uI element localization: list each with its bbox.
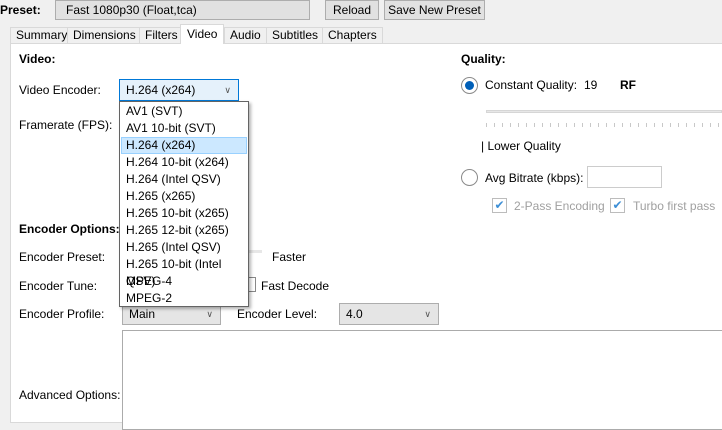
encoder-option[interactable]: H.265 10-bit (x265) — [121, 205, 247, 222]
tab-dimensions[interactable]: Dimensions — [67, 27, 142, 44]
video-encoder-combo[interactable]: H.264 (x264) ∨ — [119, 79, 239, 101]
encoder-option[interactable]: AV1 10-bit (SVT) — [121, 120, 247, 137]
reload-button[interactable]: Reload — [325, 0, 379, 20]
preset-combo[interactable]: Fast 1080p30 (Float,tca) — [55, 0, 310, 20]
tab-filters[interactable]: Filters — [139, 27, 184, 44]
avg-bitrate-input[interactable] — [587, 166, 662, 188]
encoder-options-heading: Encoder Options: — [19, 222, 120, 236]
encoder-option[interactable]: H.265 10-bit (Intel QSV) — [121, 256, 247, 288]
encoder-profile-label: Encoder Profile: — [19, 307, 105, 321]
two-pass-checkbox[interactable]: ✔ — [492, 198, 507, 213]
checkmark-icon: ✔ — [612, 198, 623, 212]
checkmark-icon: ✔ — [494, 198, 505, 212]
encoder-profile-value: Main — [129, 307, 156, 321]
two-pass-label: 2-Pass Encoding — [514, 199, 605, 213]
cq-value: 19 — [584, 78, 598, 92]
advanced-options-label: Advanced Options: — [19, 388, 121, 402]
encoder-option[interactable]: MPEG-4 — [121, 273, 247, 290]
framerate-label: Framerate (FPS): — [19, 118, 113, 132]
chevron-down-icon: ∨ — [224, 85, 231, 95]
preset-label: Preset: — [0, 3, 41, 17]
encoder-preset-label: Encoder Preset: — [19, 250, 106, 264]
chevron-down-icon: ∨ — [206, 309, 213, 319]
preset-value: Fast 1080p30 (Float,tca) — [66, 3, 197, 17]
encoder-option-selected[interactable]: H.264 (x264) — [121, 137, 247, 154]
chevron-down-icon: ∨ — [424, 309, 431, 319]
encoder-level-value: 4.0 — [346, 307, 363, 321]
turbo-first-pass-label: Turbo first pass — [633, 199, 716, 213]
video-heading: Video: — [19, 52, 56, 66]
encoder-preset-slider[interactable] — [248, 250, 262, 253]
avg-bitrate-label: Avg Bitrate (kbps): — [485, 171, 584, 185]
tab-subtitles[interactable]: Subtitles — [266, 27, 325, 44]
video-encoder-dropdown-list[interactable]: AV1 (SVT) AV1 10-bit (SVT) H.264 (x264) … — [119, 101, 249, 307]
encoder-option[interactable]: H.265 (Intel QSV) — [121, 239, 247, 256]
quality-slider-ticks — [486, 123, 722, 127]
cq-unit: RF — [620, 78, 636, 92]
tab-summary[interactable]: Summary — [10, 27, 74, 44]
encoder-level-label: Encoder Level: — [237, 307, 318, 321]
encoder-preset-value: Faster — [272, 250, 307, 264]
save-new-preset-button[interactable]: Save New Preset — [384, 0, 485, 20]
tab-video[interactable]: Video — [180, 24, 225, 44]
advanced-options-textarea[interactable] — [122, 330, 722, 430]
tab-audio[interactable]: Audio — [224, 27, 267, 44]
encoder-option[interactable]: MPEG-2 — [121, 290, 247, 307]
encoder-option[interactable]: H.265 (x265) — [121, 188, 247, 205]
encoder-option[interactable]: AV1 (SVT) — [121, 103, 247, 120]
encoder-option[interactable]: H.264 10-bit (x264) — [121, 154, 247, 171]
constant-quality-label: Constant Quality: — [485, 78, 578, 92]
encoder-level-combo[interactable]: 4.0 ∨ — [339, 303, 439, 325]
constant-quality-radio[interactable] — [461, 77, 478, 94]
encoder-tune-label: Encoder Tune: — [19, 279, 98, 293]
quality-slider[interactable] — [486, 110, 722, 113]
video-encoder-label: Video Encoder: — [19, 83, 101, 97]
turbo-first-pass-checkbox[interactable]: ✔ — [610, 198, 625, 213]
avg-bitrate-radio[interactable] — [461, 169, 478, 186]
encoder-option[interactable]: H.264 (Intel QSV) — [121, 171, 247, 188]
fast-decode-label: Fast Decode — [261, 279, 330, 293]
tab-chapters[interactable]: Chapters — [322, 27, 383, 44]
quality-heading: Quality: — [461, 52, 506, 66]
encoder-option[interactable]: H.265 12-bit (x265) — [121, 222, 247, 239]
video-encoder-value: H.264 (x264) — [126, 83, 196, 97]
lower-quality-label: | Lower Quality — [481, 139, 561, 153]
